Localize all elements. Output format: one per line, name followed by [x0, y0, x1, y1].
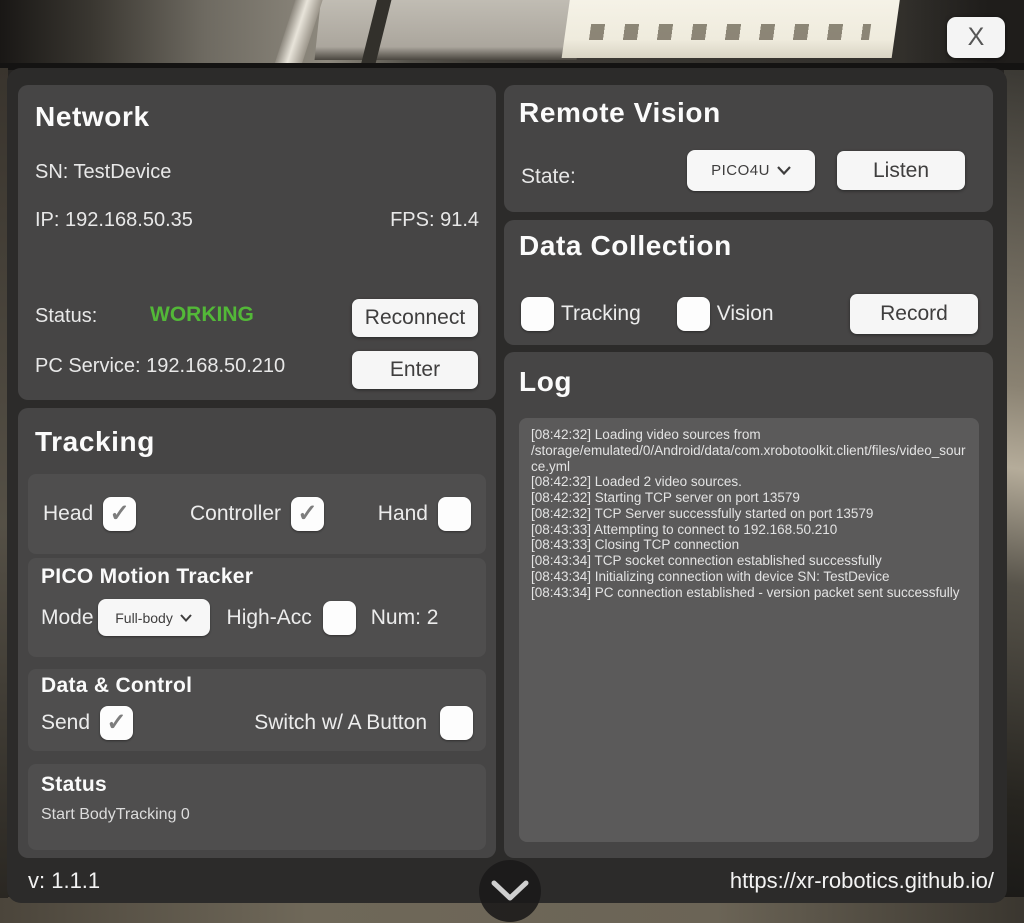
ceiling-light-fixtures	[589, 24, 871, 40]
switch-a-button-label: Switch w/ A Button	[254, 711, 427, 735]
log-output[interactable]: [08:42:32] Loading video sources from /s…	[519, 418, 979, 842]
check-icon: ✓	[110, 499, 130, 528]
controller-label: Controller	[190, 502, 281, 526]
check-icon: ✓	[106, 708, 126, 737]
pico-motion-tracker-panel: PICO Motion Tracker Mode Full-body High-…	[28, 558, 486, 657]
tracking-card: Tracking Head ✓ Controller ✓ Hand ✓ PICO…	[18, 408, 496, 858]
collect-vision-checkbox[interactable]: ✓	[677, 297, 710, 331]
log-card: Log [08:42:32] Loading video sources fro…	[504, 352, 993, 858]
log-line: [08:42:32] Starting TCP server on port 1…	[531, 490, 967, 506]
hand-label: Hand	[378, 502, 428, 526]
data-collection-card: Data Collection ✓ Tracking ✓ Vision Reco…	[504, 220, 993, 345]
log-line: [08:43:34] TCP socket connection establi…	[531, 553, 967, 569]
check-icon: ✓	[297, 499, 317, 528]
network-card: Network SN: TestDevice IP: 192.168.50.35…	[18, 85, 496, 400]
state-dropdown-value: PICO4U	[711, 162, 770, 179]
log-line: [08:43:33] Attempting to connect to 192.…	[531, 522, 967, 538]
ip-address: IP: 192.168.50.35	[35, 209, 193, 232]
mode-label: Mode	[41, 606, 94, 630]
serial-number: SN: TestDevice	[35, 161, 171, 184]
ceiling-photo	[0, 0, 1024, 70]
collect-tracking-checkbox[interactable]: ✓	[521, 297, 554, 331]
tracking-sources-row: Head ✓ Controller ✓ Hand ✓	[28, 474, 486, 554]
chevron-down-icon	[180, 614, 192, 622]
head-label: Head	[43, 502, 93, 526]
send-label: Send	[41, 711, 90, 735]
record-button[interactable]: Record	[850, 294, 978, 334]
data-control-panel: Data & Control Send ✓ Switch w/ A Button…	[28, 669, 486, 751]
collapse-panel-button[interactable]	[479, 860, 541, 922]
state-dropdown[interactable]: PICO4U	[687, 150, 815, 191]
chevron-down-icon	[777, 166, 791, 175]
head-checkbox[interactable]: ✓	[103, 497, 136, 531]
enter-button[interactable]: Enter	[352, 351, 478, 389]
hand-checkbox[interactable]: ✓	[438, 497, 471, 531]
state-label: State:	[521, 165, 576, 189]
chevron-down-icon	[490, 880, 530, 902]
collect-tracking-label: Tracking	[561, 302, 641, 326]
network-title: Network	[35, 101, 150, 133]
log-title: Log	[519, 366, 572, 398]
remote-vision-title: Remote Vision	[519, 97, 721, 129]
ceiling-panel	[315, 0, 584, 60]
reconnect-button[interactable]: Reconnect	[352, 299, 478, 337]
tracking-status-title: Status	[41, 773, 473, 797]
tracking-title: Tracking	[35, 426, 155, 458]
remote-vision-card: Remote Vision State: PICO4U Listen	[504, 85, 993, 212]
status-label: Status:	[35, 305, 97, 328]
room-photo-strip	[1004, 70, 1024, 900]
main-panel: Network SN: TestDevice IP: 192.168.50.35…	[7, 68, 1007, 903]
mode-dropdown[interactable]: Full-body	[98, 599, 210, 636]
pico-motion-tracker-title: PICO Motion Tracker	[41, 565, 473, 589]
log-line: [08:43:34] Initializing connection with …	[531, 569, 967, 585]
status-value: WORKING	[150, 303, 254, 327]
collect-vision-label: Vision	[717, 302, 774, 326]
close-button[interactable]: X	[947, 17, 1005, 58]
tracking-status-value: Start BodyTracking 0	[41, 806, 473, 824]
log-line: [08:42:32] Loaded 2 video sources.	[531, 474, 967, 490]
num-label: Num: 2	[371, 606, 439, 630]
log-line: [08:42:32] TCP Server successfully start…	[531, 506, 967, 522]
version-label: v: 1.1.1	[28, 868, 100, 894]
mode-dropdown-value: Full-body	[115, 610, 173, 626]
log-line: [08:42:32] Loading video sources from /s…	[531, 427, 967, 474]
fps-value: FPS: 91.4	[390, 209, 479, 232]
pc-service-address: PC Service: 192.168.50.210	[35, 355, 285, 378]
tracking-status-panel: Status Start BodyTracking 0	[28, 764, 486, 850]
log-line: [08:43:33] Closing TCP connection	[531, 537, 967, 553]
website-link[interactable]: https://xr-robotics.github.io/	[730, 868, 994, 894]
high-acc-checkbox[interactable]: ✓	[323, 601, 356, 635]
data-control-title: Data & Control	[41, 674, 473, 698]
listen-button[interactable]: Listen	[837, 151, 965, 190]
controller-checkbox[interactable]: ✓	[291, 497, 324, 531]
data-collection-title: Data Collection	[519, 230, 732, 262]
send-checkbox[interactable]: ✓	[100, 706, 133, 740]
switch-a-button-checkbox[interactable]: ✓	[440, 706, 473, 740]
high-acc-label: High-Acc	[227, 606, 312, 630]
log-line: [08:43:34] PC connection established - v…	[531, 585, 967, 601]
